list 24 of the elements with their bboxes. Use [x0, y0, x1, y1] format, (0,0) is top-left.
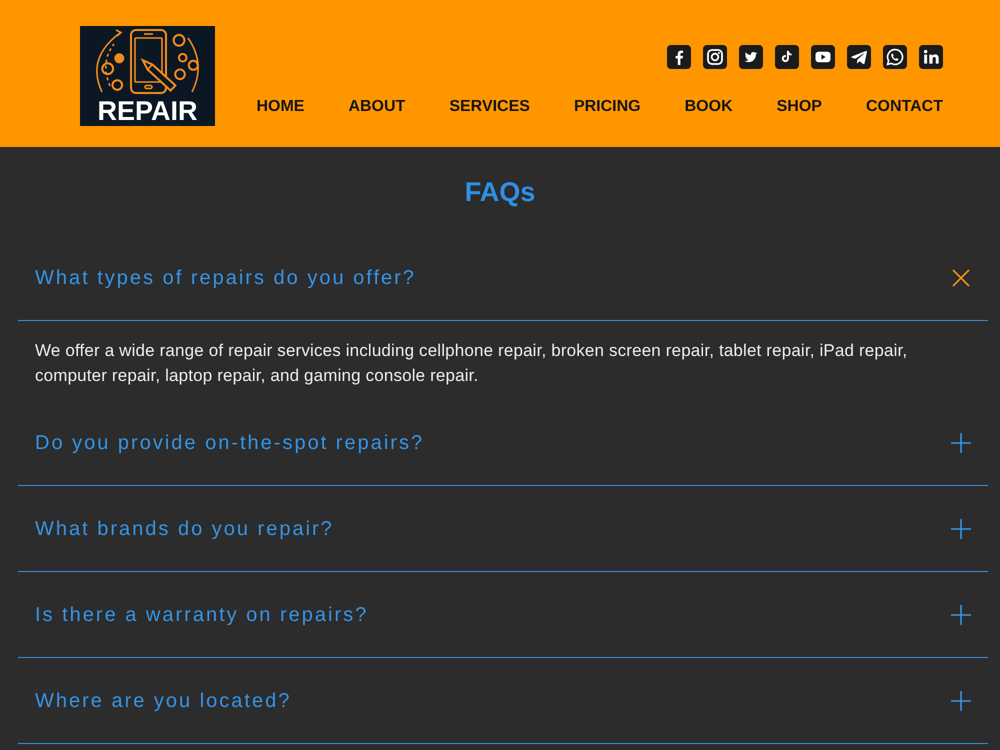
faq-answer: We offer a wide range of repair services including cellphone repair, broken screen repair, tablet repair, iPad repair, computer repair, laptop repair, and gaming console repair.: [34, 340, 908, 387]
faq-question[interactable]: What types of repairs do you offer?: [18, 235, 988, 321]
youtube-icon[interactable]: [811, 45, 835, 69]
nav-link[interactable]: ABOUT: [348, 96, 406, 118]
faq-question[interactable]: Where are you located?: [18, 658, 988, 744]
faq-question[interactable]: Do you provide on-the-spot repairs?: [18, 400, 988, 486]
instagram-icon[interactable]: [703, 45, 727, 69]
faq-question[interactable]: What brands do you repair?: [18, 486, 988, 572]
linkedin-icon[interactable]: [919, 45, 943, 69]
tiktok-icon[interactable]: [775, 45, 799, 69]
paper-plane-icon[interactable]: [847, 45, 871, 69]
nav-link[interactable]: HOME: [256, 96, 304, 118]
section-title: FAQs: [464, 176, 536, 209]
logo-text: REPAIR: [97, 98, 198, 124]
twitter-bird-icon[interactable]: [739, 45, 763, 69]
facebook-icon[interactable]: [667, 45, 691, 69]
nav-link[interactable]: SERVICES: [449, 96, 530, 118]
faq-question[interactable]: Is there a warranty on repairs?: [18, 572, 988, 658]
nav-link[interactable]: PRICING: [574, 96, 641, 118]
whatsapp-icon[interactable]: [883, 45, 907, 69]
nav-link[interactable]: SHOP: [776, 96, 822, 118]
logo[interactable]: REPAIR: [80, 26, 215, 126]
nav-link[interactable]: CONTACT: [866, 96, 943, 118]
nav-link[interactable]: BOOK: [684, 96, 733, 118]
